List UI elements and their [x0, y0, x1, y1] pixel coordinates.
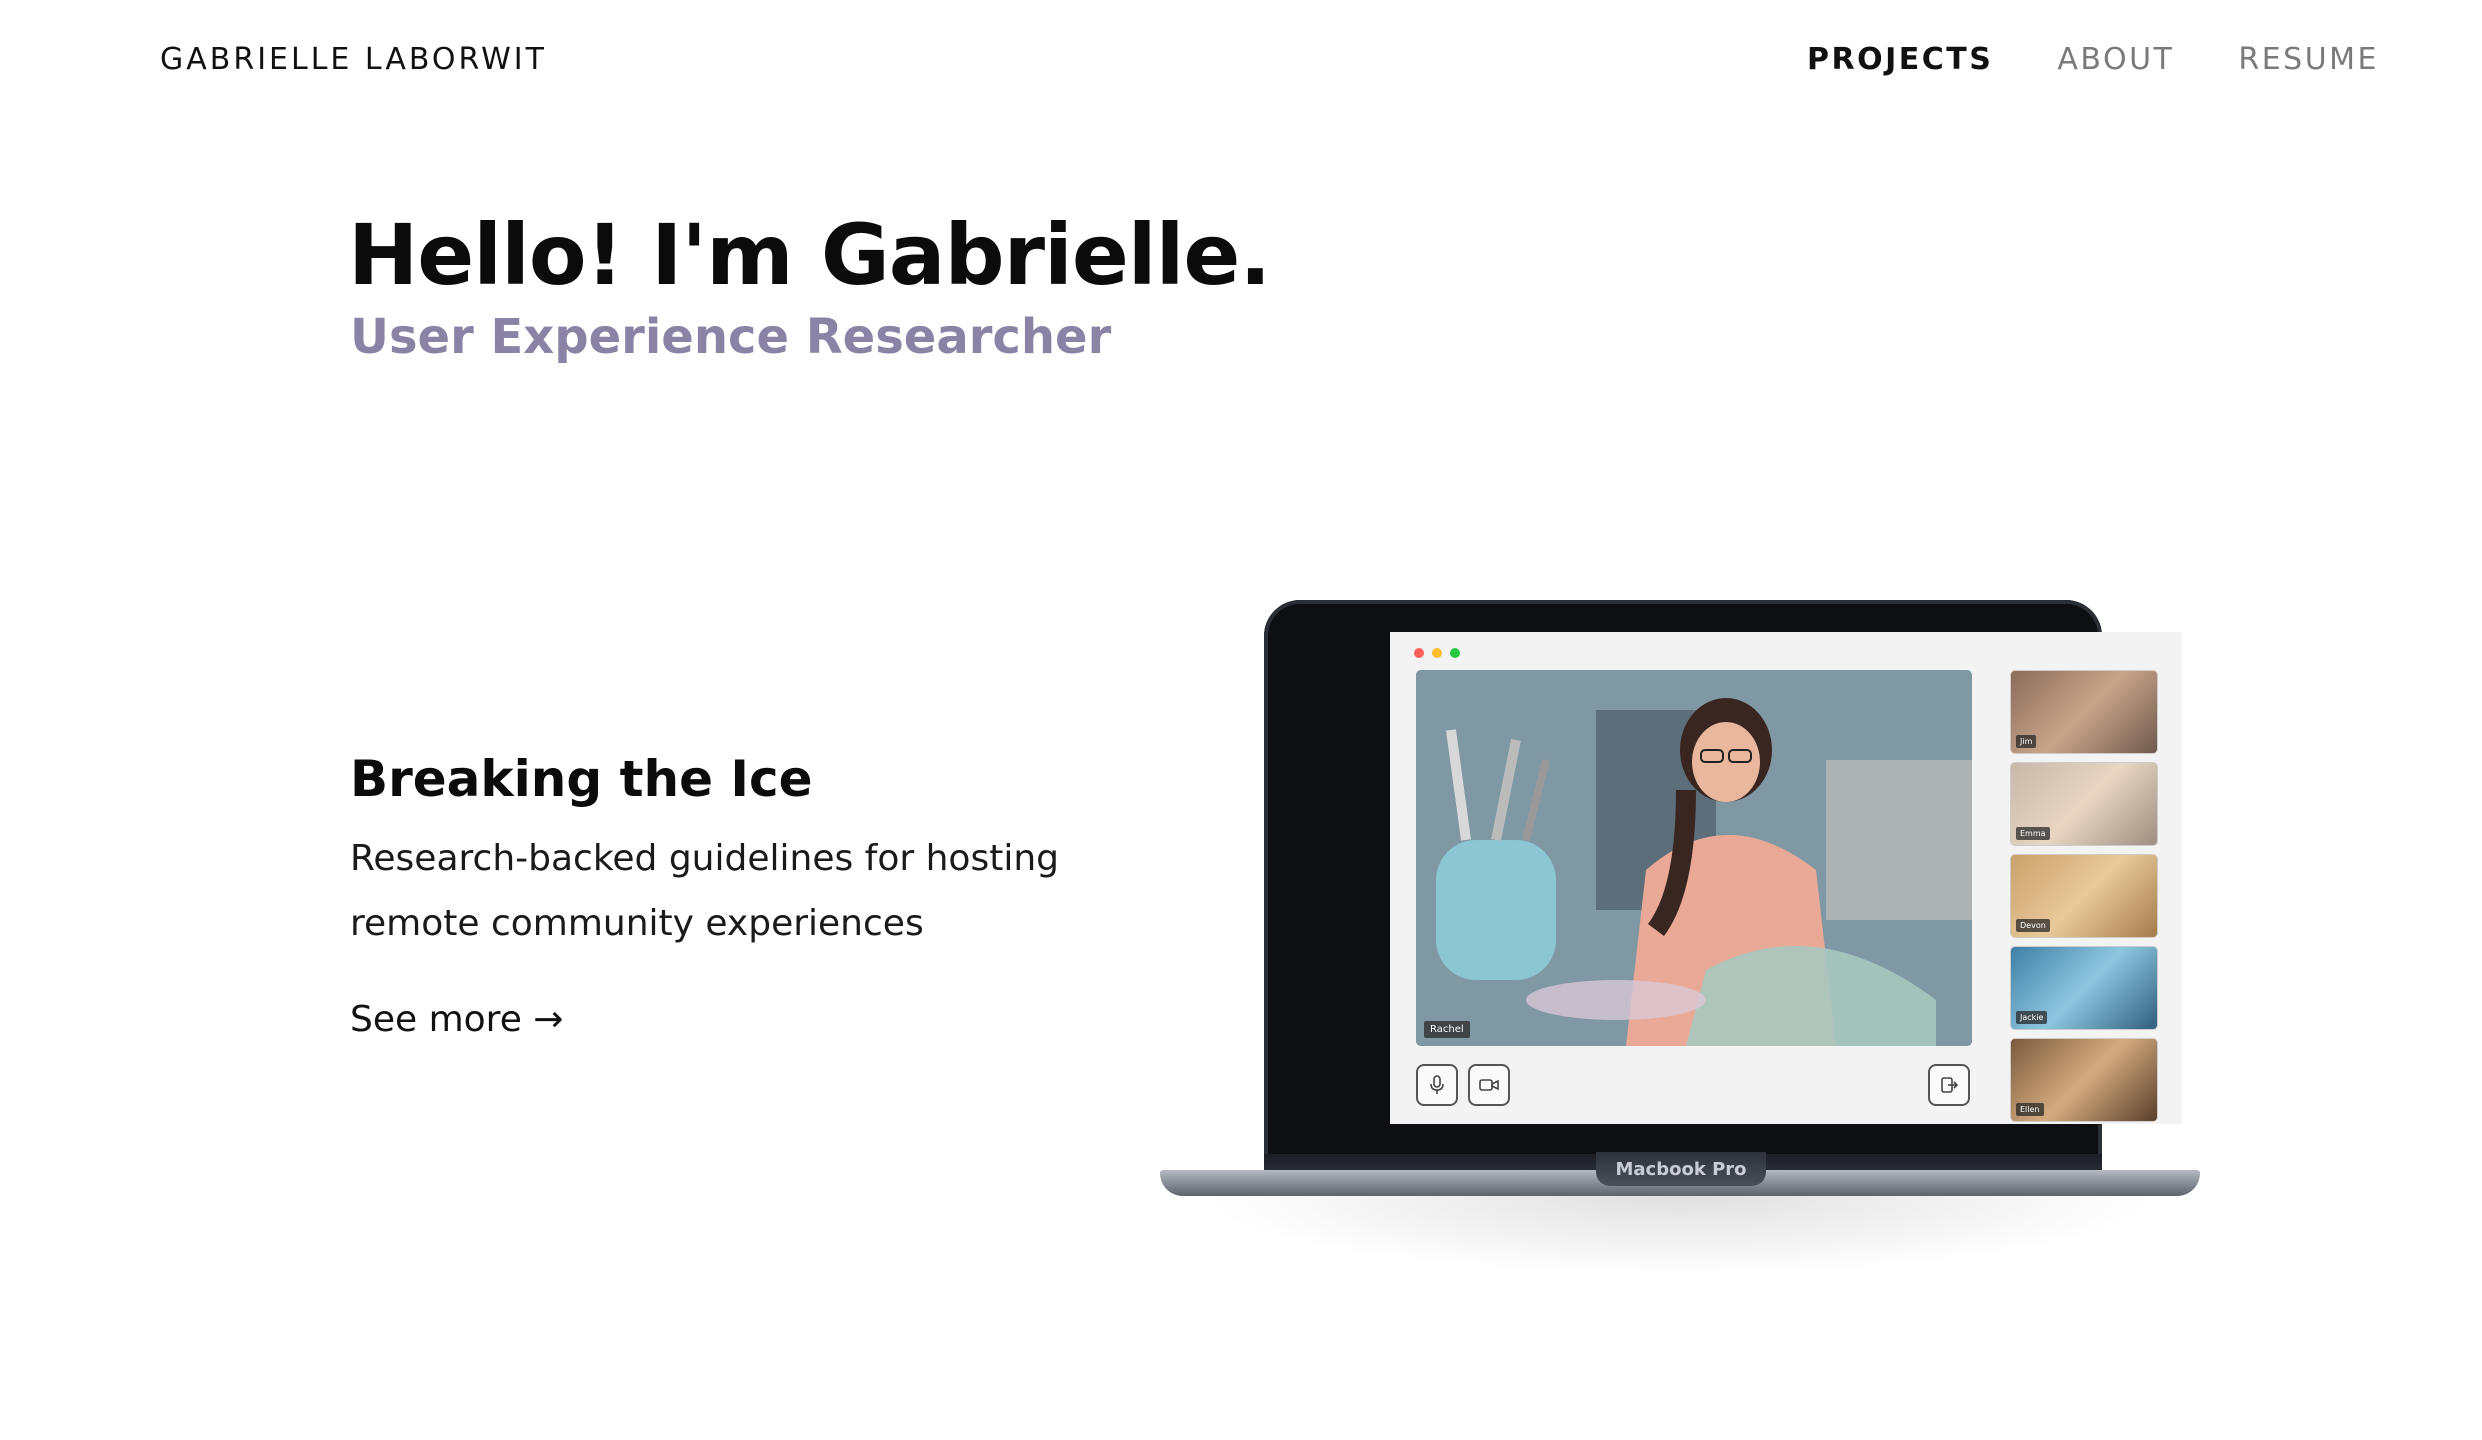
participant-name: Jim [2016, 735, 2037, 748]
window-controls [1414, 648, 1460, 658]
nav-link-about[interactable]: ABOUT [2057, 42, 2174, 77]
top-navigation: GABRIELLE LABORWIT PROJECTS ABOUT RESUME [0, 0, 2482, 120]
leave-call-button[interactable] [1928, 1064, 1970, 1106]
hero-subtitle: User Experience Researcher [350, 309, 1112, 365]
participant-thumbnail[interactable]: Jackie [2010, 946, 2158, 1030]
participant-thumbnail[interactable]: Devon [2010, 854, 2158, 938]
hero-title: Hello! I'm Gabrielle. [348, 206, 1271, 304]
participant-name: Devon [2016, 919, 2050, 932]
laptop-model-label: Macbook Pro [1596, 1152, 1766, 1186]
main-video-feed: Rachel [1416, 670, 1972, 1046]
project-description: Research-backed guidelines for hosting r… [350, 838, 1059, 944]
project-title: Breaking the Ice [350, 750, 813, 808]
participant-thumbnail[interactable]: Ellen [2010, 1038, 2158, 1122]
main-speaker-name: Rachel [1424, 1021, 1470, 1038]
site-brand-link[interactable]: GABRIELLE LABORWIT [160, 42, 547, 77]
microphone-icon [1430, 1075, 1444, 1094]
nav-link-projects[interactable]: PROJECTS [1807, 42, 1993, 77]
video-camera-button[interactable] [1468, 1064, 1510, 1106]
maximize-dot-icon [1450, 648, 1460, 658]
participant-thumbnails: Jim Emma Devon Jackie Ellen [2010, 670, 2158, 1124]
laptop-mockup-image[interactable]: Rachel Jim Emma Devon Jackie Ellen Macbo… [1160, 596, 2200, 1286]
microphone-button[interactable] [1416, 1064, 1458, 1106]
participant-thumbnail[interactable]: Emma [2010, 762, 2158, 846]
participant-thumbnail[interactable]: Jim [2010, 670, 2158, 754]
main-video-illustration [1416, 670, 1972, 1046]
close-dot-icon [1414, 648, 1424, 658]
video-camera-icon [1479, 1079, 1499, 1091]
minimize-dot-icon [1432, 648, 1442, 658]
nav-links: PROJECTS ABOUT RESUME [1807, 42, 2379, 77]
participant-name: Ellen [2016, 1103, 2044, 1116]
participant-name: Emma [2016, 827, 2050, 840]
laptop-shadow [1200, 1196, 2160, 1276]
participant-name: Jackie [2016, 1011, 2048, 1024]
laptop-screen: Rachel Jim Emma Devon Jackie Ellen [1390, 632, 2182, 1124]
nav-link-resume[interactable]: RESUME [2238, 42, 2379, 77]
see-more-link[interactable]: See more → [350, 990, 563, 1050]
leave-call-icon [1941, 1077, 1959, 1093]
